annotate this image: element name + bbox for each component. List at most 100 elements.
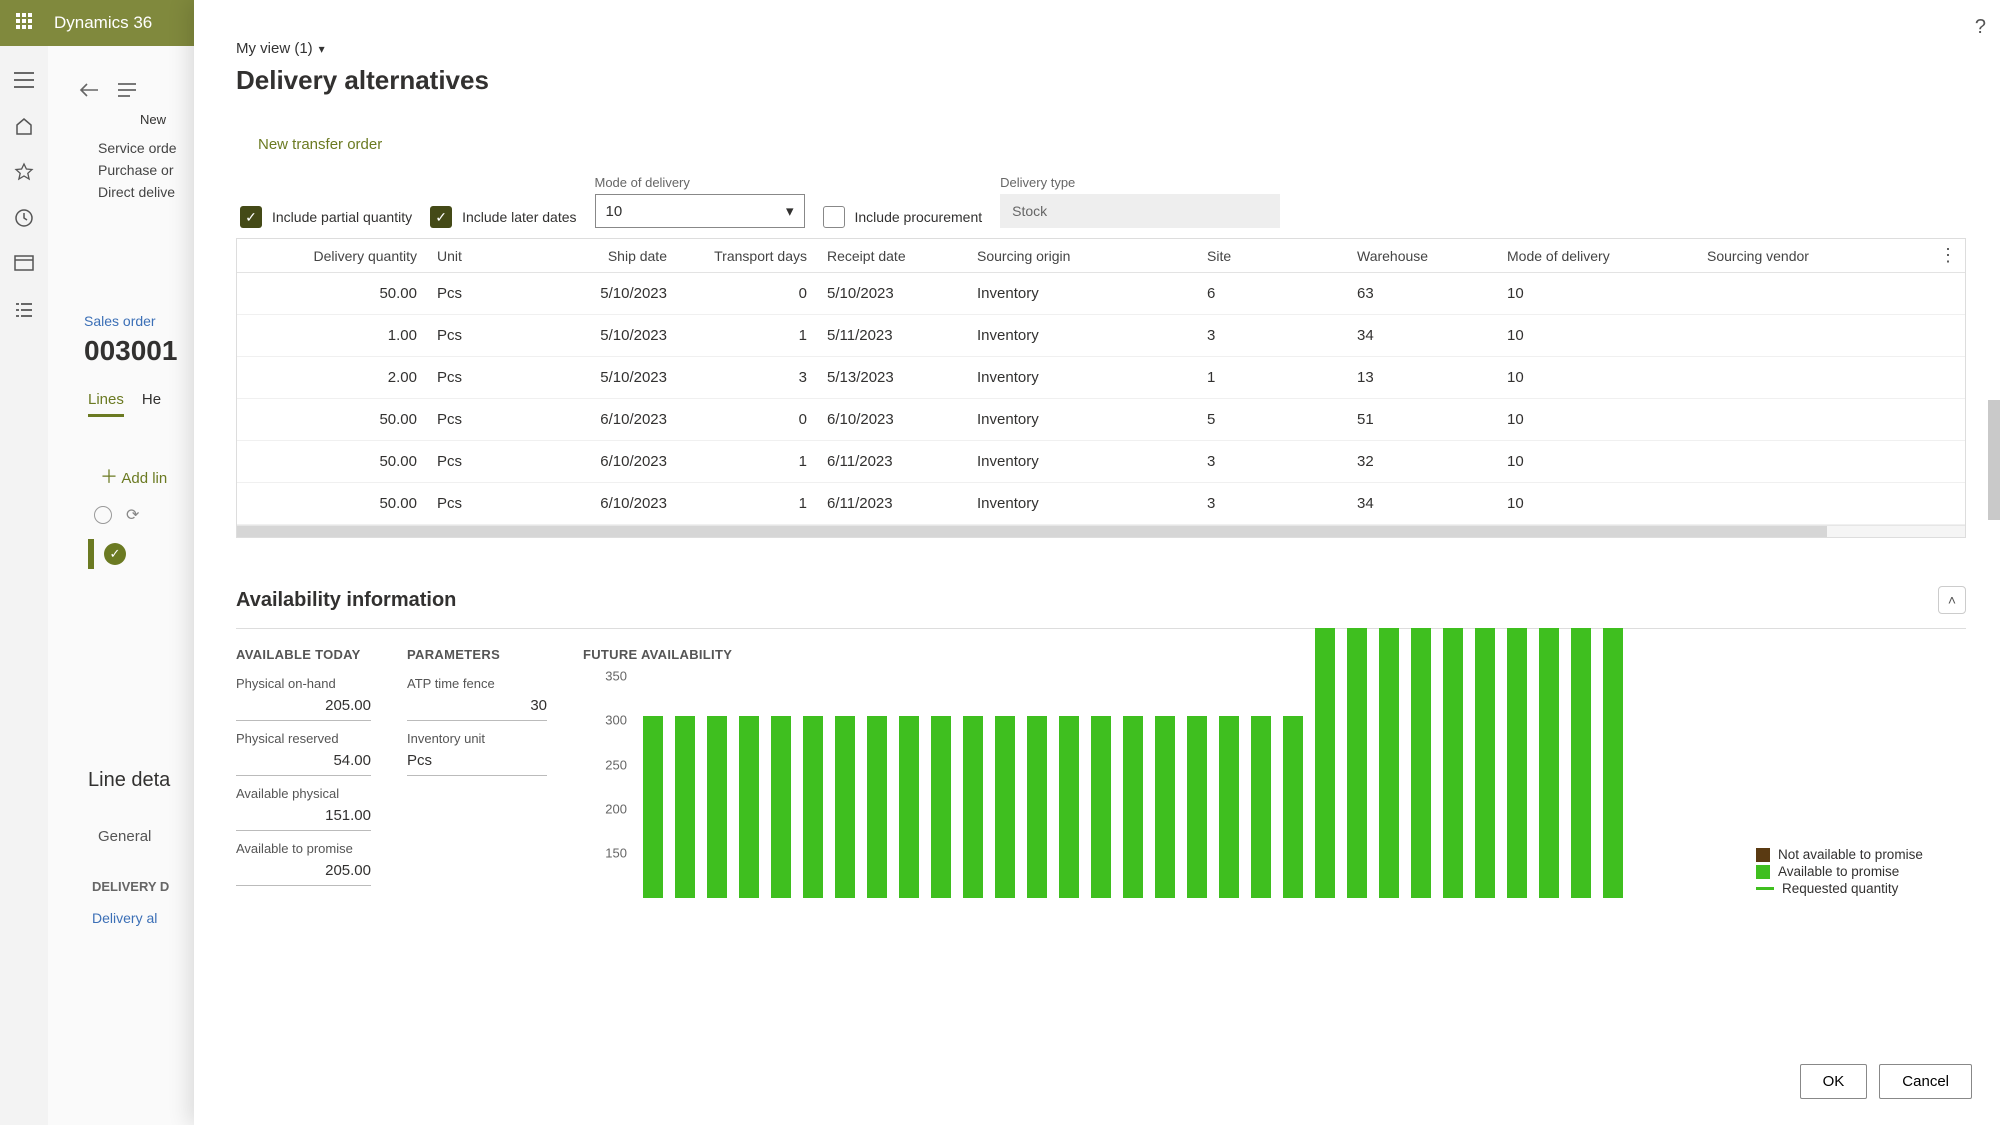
chart-bar bbox=[1027, 716, 1047, 898]
available-physical-value: 151.00 bbox=[236, 801, 371, 831]
physical-reserved-label: Physical reserved bbox=[236, 731, 371, 746]
grid-more-icon[interactable]: ⋮ bbox=[1939, 245, 1957, 266]
delivery-type-label: Delivery type bbox=[1000, 175, 1280, 190]
parameters-head: PARAMETERS bbox=[407, 647, 547, 662]
col-sourcing-origin[interactable]: Sourcing origin bbox=[967, 248, 1197, 264]
col-delivery-quantity[interactable]: Delivery quantity bbox=[297, 248, 427, 264]
modules-icon[interactable] bbox=[14, 300, 34, 320]
chart-bar bbox=[899, 716, 919, 898]
include-partial-checkbox[interactable]: ✓ Include partial quantity bbox=[240, 206, 412, 228]
back-icon[interactable] bbox=[78, 82, 100, 98]
chart-bar bbox=[867, 716, 887, 898]
refresh-icon[interactable]: ⟳ bbox=[126, 505, 139, 525]
col-transport-days[interactable]: Transport days bbox=[677, 248, 817, 264]
chart-bar bbox=[675, 716, 695, 898]
table-row[interactable]: 1.00Pcs5/10/202315/11/2023Inventory33410 bbox=[237, 315, 1965, 357]
tab-header[interactable]: He bbox=[142, 391, 161, 417]
grid-header: Delivery quantity Unit Ship date Transpo… bbox=[237, 239, 1965, 273]
chevron-down-icon: ▾ bbox=[786, 202, 794, 220]
cell-ship-date: 5/10/2023 bbox=[497, 369, 677, 386]
cell-delivery-quantity: 1.00 bbox=[297, 327, 427, 344]
workspace-icon[interactable] bbox=[14, 254, 34, 274]
list-icon[interactable] bbox=[118, 83, 136, 97]
col-mode-of-delivery[interactable]: Mode of delivery bbox=[1497, 248, 1697, 264]
chart-bar bbox=[1091, 716, 1111, 898]
cell-unit: Pcs bbox=[427, 327, 497, 344]
table-row[interactable]: 50.00Pcs6/10/202316/11/2023Inventory3321… bbox=[237, 441, 1965, 483]
mode-of-delivery-select[interactable]: 10 ▾ bbox=[595, 194, 805, 228]
home-icon[interactable] bbox=[14, 116, 34, 136]
cell-unit: Pcs bbox=[427, 453, 497, 470]
cell-sourcing-origin: Inventory bbox=[967, 285, 1197, 302]
table-row[interactable]: 50.00Pcs6/10/202306/10/2023Inventory5511… bbox=[237, 399, 1965, 441]
alternatives-grid: ⋮ Delivery quantity Unit Ship date Trans… bbox=[236, 238, 1966, 538]
col-ship-date[interactable]: Ship date bbox=[497, 248, 677, 264]
star-icon[interactable] bbox=[14, 162, 34, 182]
legend-line-requested bbox=[1756, 887, 1774, 890]
cell-ship-date: 6/10/2023 bbox=[497, 453, 677, 470]
cell-site: 3 bbox=[1197, 327, 1347, 344]
cell-ship-date: 5/10/2023 bbox=[497, 285, 677, 302]
chart-bar bbox=[1507, 628, 1527, 898]
delivery-type-field: Stock bbox=[1000, 194, 1280, 228]
chart-bar bbox=[739, 716, 759, 898]
cell-warehouse: 34 bbox=[1347, 327, 1497, 344]
available-today-head: AVAILABLE TODAY bbox=[236, 647, 371, 662]
col-site[interactable]: Site bbox=[1197, 248, 1347, 264]
chart-bar bbox=[1443, 628, 1463, 898]
chart-bar bbox=[707, 716, 727, 898]
cell-warehouse: 51 bbox=[1347, 411, 1497, 428]
legend-swatch-atp bbox=[1756, 865, 1770, 879]
row-selected-indicator bbox=[88, 539, 94, 569]
app-launcher-icon[interactable] bbox=[16, 13, 36, 33]
grid-horizontal-scrollbar[interactable] bbox=[237, 525, 1965, 537]
chart-bar bbox=[643, 716, 663, 898]
col-receipt-date[interactable]: Receipt date bbox=[817, 248, 967, 264]
dialog-vertical-scrollbar[interactable] bbox=[1988, 400, 2000, 520]
cell-unit: Pcs bbox=[427, 369, 497, 386]
table-row[interactable]: 50.00Pcs5/10/202305/10/2023Inventory6631… bbox=[237, 273, 1965, 315]
cell-mode-of-delivery: 10 bbox=[1497, 495, 1697, 512]
physical-onhand-label: Physical on-hand bbox=[236, 676, 371, 691]
include-procurement-checkbox[interactable]: Include procurement bbox=[823, 206, 983, 228]
chart-bar bbox=[1123, 716, 1143, 898]
help-icon[interactable]: ? bbox=[1975, 16, 1986, 39]
include-later-checkbox[interactable]: ✓ Include later dates bbox=[430, 206, 576, 228]
cell-warehouse: 32 bbox=[1347, 453, 1497, 470]
cell-receipt-date: 5/10/2023 bbox=[817, 285, 967, 302]
cell-site: 5 bbox=[1197, 411, 1347, 428]
cell-receipt-date: 6/10/2023 bbox=[817, 411, 967, 428]
y-tick: 250 bbox=[605, 757, 627, 772]
cell-site: 6 bbox=[1197, 285, 1347, 302]
cell-sourcing-origin: Inventory bbox=[967, 411, 1197, 428]
chart-bar bbox=[1219, 716, 1239, 898]
ok-button[interactable]: OK bbox=[1800, 1064, 1868, 1099]
parameters-column: PARAMETERS ATP time fence 30 Inventory u… bbox=[407, 647, 547, 898]
select-all-circle[interactable] bbox=[94, 506, 112, 524]
future-availability-chart: FUTURE AVAILABILITY 350300250200150 Not … bbox=[583, 647, 1966, 898]
table-row[interactable]: 50.00Pcs6/10/202316/11/2023Inventory3341… bbox=[237, 483, 1965, 525]
col-unit[interactable]: Unit bbox=[427, 248, 497, 264]
chart-bar bbox=[835, 716, 855, 898]
col-warehouse[interactable]: Warehouse bbox=[1347, 248, 1497, 264]
tab-lines[interactable]: Lines bbox=[88, 391, 124, 417]
view-selector[interactable]: My view (1) ▾ bbox=[236, 40, 1966, 57]
hamburger-icon[interactable] bbox=[14, 70, 34, 90]
chevron-down-icon: ▾ bbox=[319, 42, 325, 56]
row-selected-check-icon[interactable]: ✓ bbox=[104, 543, 126, 565]
recent-icon[interactable] bbox=[14, 208, 34, 228]
cell-receipt-date: 6/11/2023 bbox=[817, 453, 967, 470]
checkbox-checked-icon: ✓ bbox=[240, 206, 262, 228]
new-transfer-order-link[interactable]: New transfer order bbox=[258, 136, 382, 153]
collapse-section-button[interactable]: ˄ bbox=[1938, 586, 1966, 614]
availability-heading: Availability information bbox=[236, 589, 456, 612]
col-sourcing-vendor[interactable]: Sourcing vendor bbox=[1697, 248, 1837, 264]
table-row[interactable]: 2.00Pcs5/10/202335/13/2023Inventory11310 bbox=[237, 357, 1965, 399]
chart-bar bbox=[1539, 628, 1559, 898]
dialog-footer: OK Cancel bbox=[1800, 1064, 1972, 1099]
include-later-label: Include later dates bbox=[462, 209, 576, 225]
chart-bar bbox=[1475, 628, 1495, 898]
cell-sourcing-origin: Inventory bbox=[967, 495, 1197, 512]
legend-atp: Available to promise bbox=[1778, 864, 1899, 879]
cancel-button[interactable]: Cancel bbox=[1879, 1064, 1972, 1099]
